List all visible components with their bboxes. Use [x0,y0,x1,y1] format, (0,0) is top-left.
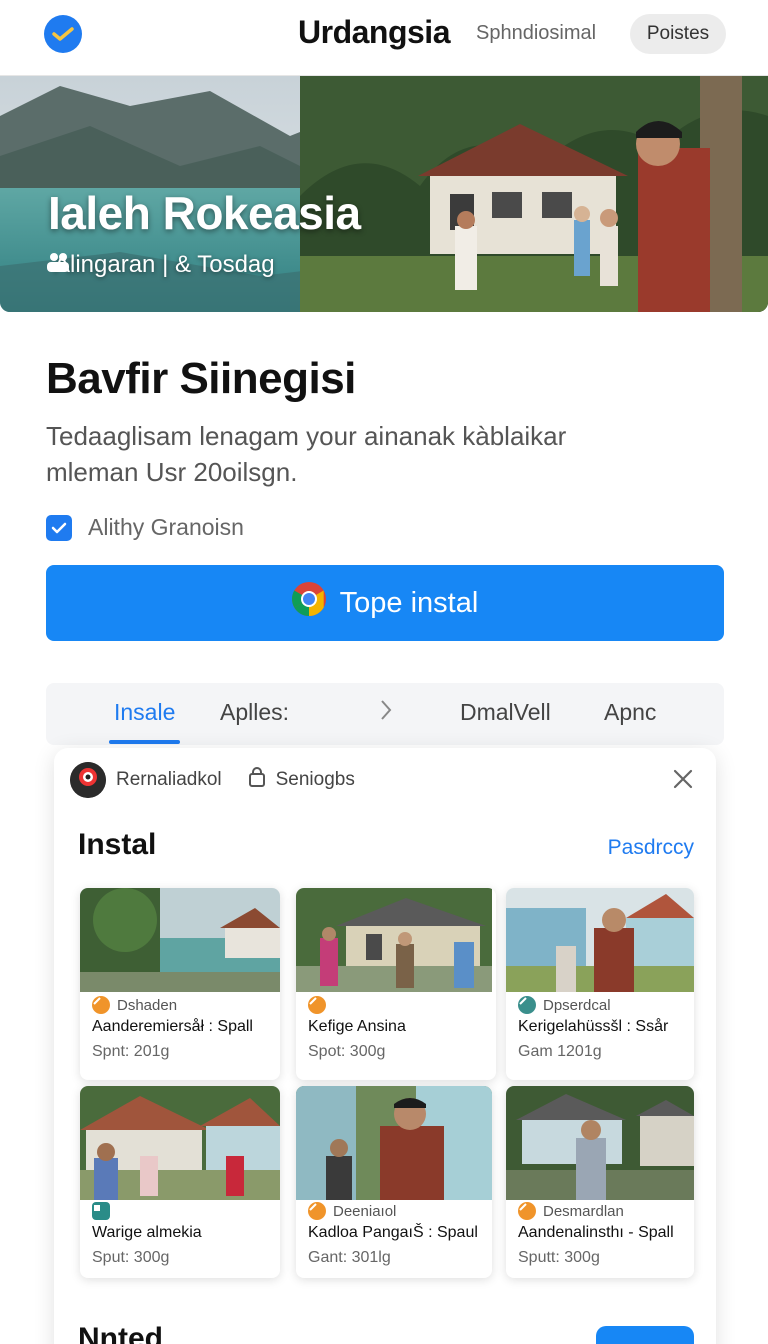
card-tag-label: Desmardlan [543,1202,624,1220]
checkbox-label: Alithy Granoisn [88,514,244,540]
card-tag [308,996,333,1014]
panel-user-name[interactable]: Rernaliadkol [116,769,222,791]
chrome-icon [291,582,326,624]
card-tag: Dpserdcal [518,996,611,1014]
card-tag-label: Dpserdcal [543,996,611,1014]
hero-subtitle-row: Alingaran | & Tosdag [46,251,275,279]
card-image [296,1086,492,1200]
card-tag [92,1202,117,1220]
card-tag: Desmardlan [518,1202,624,1220]
active-tab-indicator [109,740,180,744]
card-title: Kadloa PangaıŠ : Spaul [308,1224,478,1241]
product-card[interactable]: Warige almekia Sput: 300g [80,1086,280,1278]
section-heading: Nnted [78,1322,163,1344]
card-image [506,888,694,992]
hero-title: Ialeh Rokeasia [48,187,361,239]
card-title: Kefige Ansina [308,1018,406,1035]
card-title: Aanderemiersåł : Spall [92,1018,253,1035]
card-tag: Deeniaıol [308,1202,396,1220]
lock-icon [248,767,266,793]
tag-pencil-icon [518,996,536,1014]
tag-pencil-icon [518,1202,536,1220]
card-tag-label: Dshaden [117,996,178,1014]
panel-link[interactable]: Pasdrccy [608,836,694,860]
tab-insale[interactable]: Insale [114,699,175,726]
card-image [80,1086,280,1200]
avatar[interactable] [70,762,106,798]
card-title: Kerigelahüssšl : Ssår [518,1018,669,1035]
product-card[interactable]: Deeniaıol Kadloa PangaıŠ : Spaul Gant: 3… [296,1086,492,1278]
page-description: Tedaaglisam lenagam your ainanak kàblaik… [46,421,567,487]
page-headline: Bavfir Siinegisi [46,354,356,403]
card-meta: Sputt: 300g [518,1249,600,1266]
checkbox-checked-icon[interactable] [46,514,72,541]
tab-bar: Insale Aplles: DmalVell Apnc [46,683,724,745]
panel-settings-label[interactable]: Seniogbs [276,769,355,791]
product-card[interactable]: Dpserdcal Kerigelahüssšl : Ssår Gam 1201… [506,888,694,1080]
install-button[interactable]: Tope instal [46,565,724,641]
tag-home-icon [92,1202,110,1220]
card-meta: Spnt: 201g [92,1043,170,1060]
card-image [80,888,280,992]
top-bar: Urdangsia Sphndiosimal Poistes [0,0,768,76]
hero-banner: Ialeh Rokeasia Alingaran | & Tosdag [0,76,768,312]
tag-pencil-icon [308,1202,326,1220]
card-image [296,888,492,992]
tag-pencil-icon [92,996,110,1014]
card-image [506,1086,694,1200]
install-panel: Rernaliadkol Seniogbs Instal Pasdrccy Ds… [54,748,716,1344]
install-button-label: Tope instal [339,586,479,619]
product-card[interactable]: Kefige Ansina Spot: 300g [296,888,496,1080]
card-meta: Spot: 300g [308,1043,386,1060]
product-card[interactable]: Dshaden Aanderemiersåł : Spall Spnt: 201… [80,888,280,1080]
card-title: Aandenalinsthı - Spall [518,1224,674,1241]
panel-title: Instal [78,828,157,861]
section-action-button[interactable] [596,1326,694,1344]
close-icon[interactable] [672,768,694,790]
panel-header-row: Rernaliadkol Seniogbs [70,762,355,798]
chevron-right-icon[interactable] [380,699,392,727]
card-meta: Gant: 301lg [308,1249,391,1266]
card-meta: Sput: 300g [92,1249,170,1266]
tag-pencil-icon [308,996,326,1014]
card-tag-label: Deeniaıol [333,1202,397,1220]
nav-link[interactable]: Sphndiosimal [476,22,596,45]
card-meta: Gam 1201g [518,1043,602,1060]
nav-pill-button[interactable]: Poistes [630,14,726,54]
app-title: Urdangsia [298,14,450,50]
consent-checkbox-row[interactable]: Alithy Granoisn [46,514,244,541]
card-title: Warige almekia [92,1224,202,1241]
tab-aplles[interactable]: Aplles: [220,699,289,726]
product-card[interactable]: Desmardlan Aandenalinsthı - Spall Sputt:… [506,1086,694,1278]
app-logo-check-icon[interactable] [44,15,82,53]
tab-apnc[interactable]: Apnc [604,699,656,726]
hero-subtitle: Alingaran | & Tosdag [54,251,275,278]
card-tag: Dshaden [92,996,177,1014]
tab-dmalvell[interactable]: DmalVell [460,699,551,726]
